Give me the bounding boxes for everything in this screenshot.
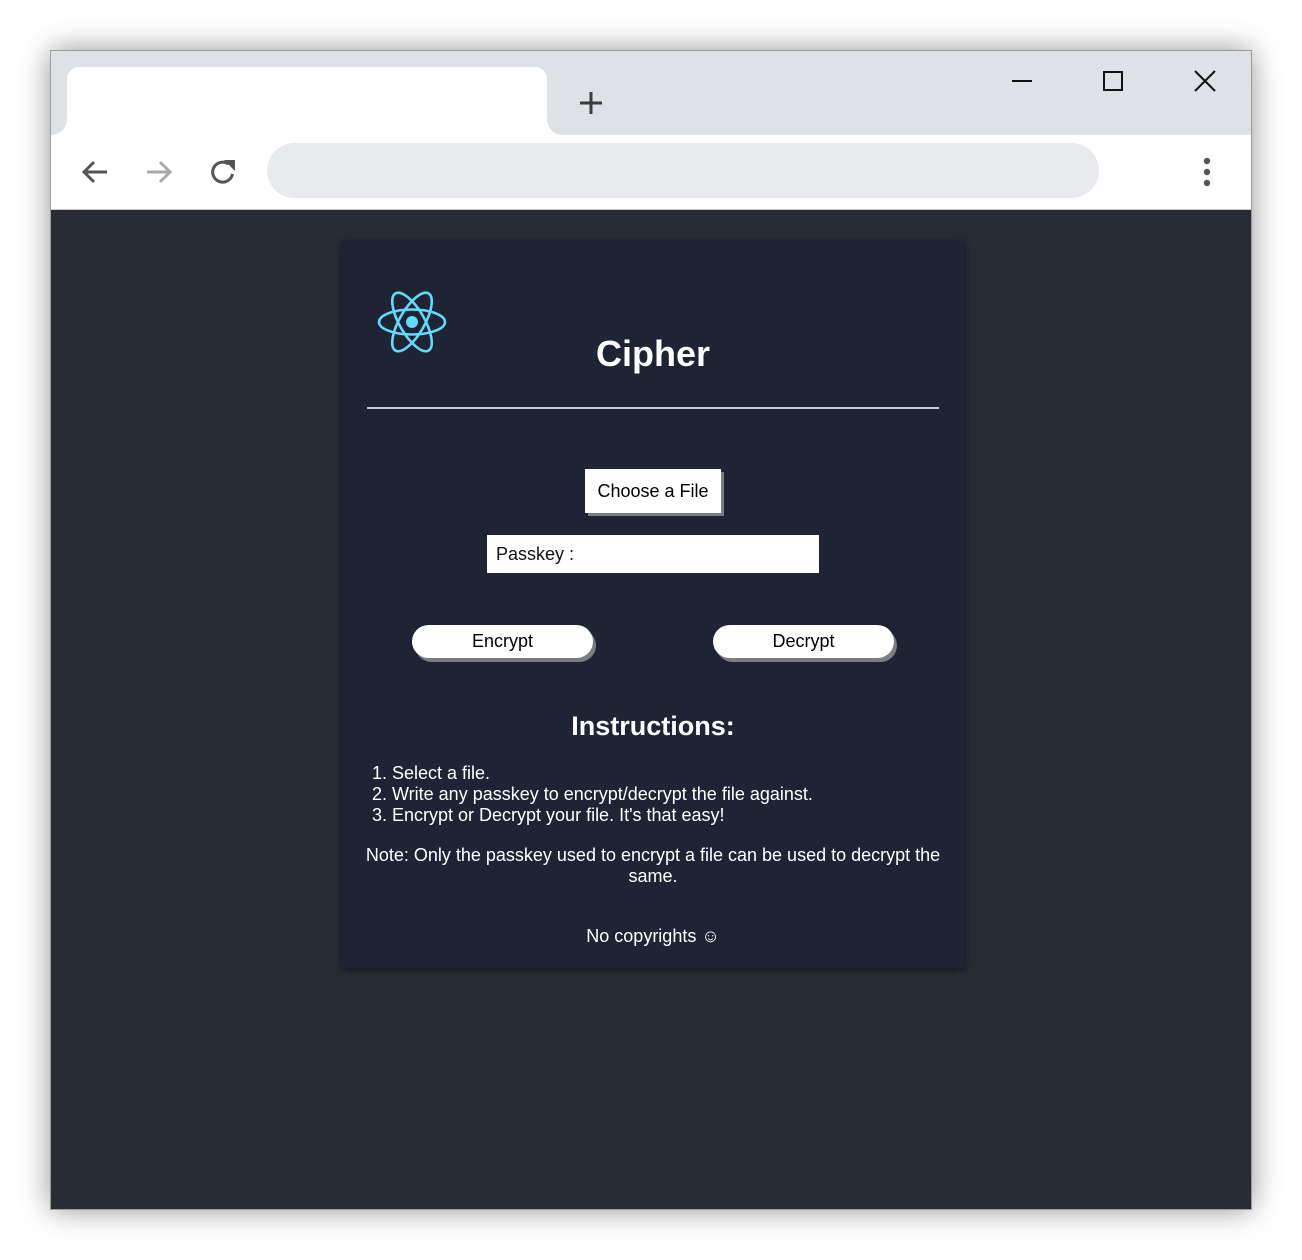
instruction-step: Write any passkey to encrypt/decrypt the… [392,784,813,805]
page-title: Cipher [595,333,710,374]
instructions-list: Select a file. Write any passkey to encr… [392,763,813,826]
reload-button[interactable] [204,153,242,191]
instruction-step: Encrypt or Decrypt your file. It's that … [392,805,813,826]
page-viewport: Cipher Choose a File Encrypt Decrypt Ins… [51,210,1251,1209]
address-bar[interactable] [267,143,1099,198]
back-button[interactable] [76,153,114,191]
tab-strip [51,51,1251,135]
instructions-heading: Instructions: [571,711,735,741]
passkey-note: Note: Only the passkey used to encrypt a… [365,845,941,886]
arrow-right-icon [147,160,173,184]
minimize-icon [1012,80,1032,82]
close-button[interactable] [1177,63,1233,99]
close-icon [1194,70,1216,92]
choose-file-button[interactable]: Choose a File [585,469,721,513]
encrypt-button[interactable]: Encrypt [412,625,593,658]
kebab-menu-icon [1203,157,1211,187]
passkey-field-wrapper [487,535,819,573]
browser-toolbar [51,135,1251,210]
browser-menu-button[interactable] [1191,153,1223,191]
arrow-left-icon [81,160,107,184]
header-divider [367,407,939,409]
maximize-icon [1103,71,1123,91]
reload-icon [211,160,235,184]
passkey-input[interactable] [487,535,819,573]
cipher-card: Cipher Choose a File Encrypt Decrypt Ins… [342,241,964,968]
minimize-button[interactable] [994,63,1050,99]
plus-icon [580,92,602,114]
decrypt-button[interactable]: Decrypt [713,625,894,658]
maximize-button[interactable] [1085,63,1141,99]
footer-text: No copyrights ☺ [586,926,720,946]
browser-window: Cipher Choose a File Encrypt Decrypt Ins… [50,50,1252,1210]
active-tab[interactable] [67,67,547,135]
instruction-step: Select a file. [392,763,813,784]
new-tab-button[interactable] [573,85,609,121]
forward-button[interactable] [140,153,178,191]
